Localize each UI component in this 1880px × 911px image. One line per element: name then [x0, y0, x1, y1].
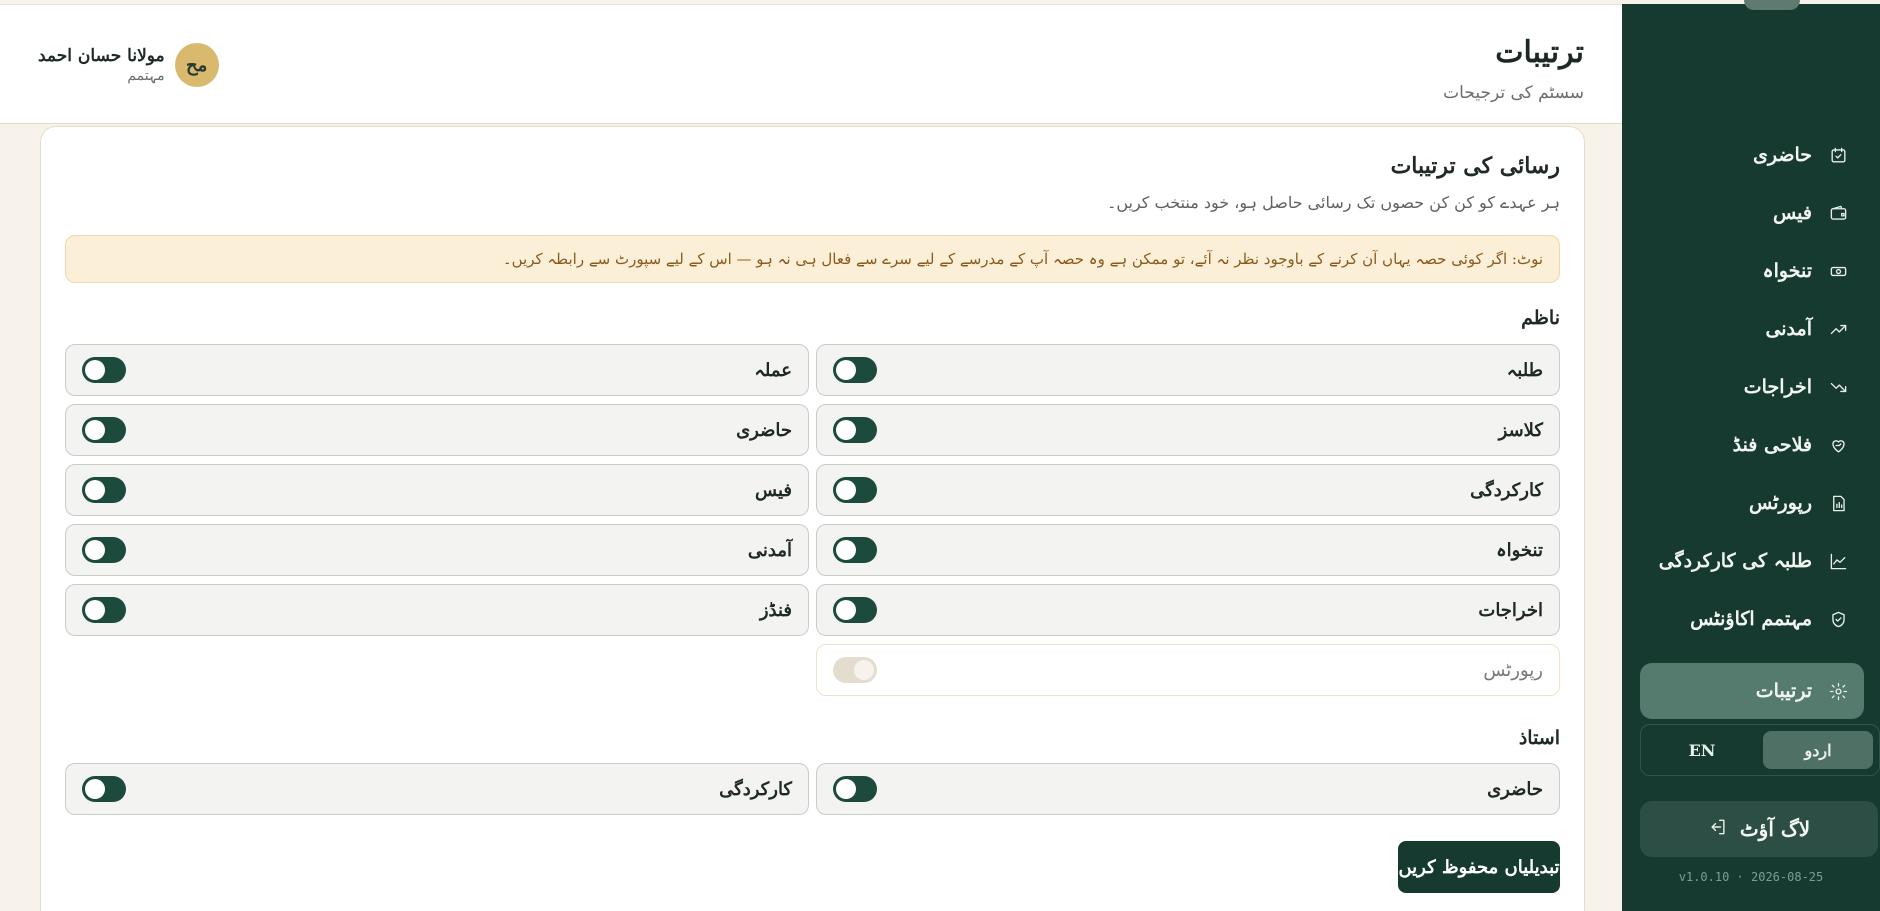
sidebar-item-welfare-fund[interactable]: فلاحی فنڈ	[1640, 424, 1864, 466]
logout-button[interactable]: لاگ آؤٹ	[1640, 801, 1878, 857]
lang-english-button[interactable]: EN	[1647, 731, 1757, 769]
sidebar: حاضری فیس تنخواہ آمدنی اخراجات فلاحی فنڈ…	[1622, 0, 1880, 911]
access-settings-card: رسائی کی ترتیبات ہر عہدے کو کن کن حصوں ت…	[40, 126, 1585, 911]
info-note: نوٹ: اگر کوئی حصہ یہاں آن کرنے کے باوجود…	[65, 235, 1560, 283]
heart-hand-icon	[1828, 435, 1848, 455]
toggle-switch[interactable]	[833, 597, 877, 623]
app-version: v1.0.10 · 2026-08-25	[1678, 870, 1824, 884]
line-chart-icon	[1828, 551, 1848, 571]
save-changes-button[interactable]: تبدیلیاں محفوظ کریں	[1398, 841, 1560, 893]
perm-row[interactable]: اخراجات	[816, 584, 1560, 636]
sidebar-item-student-performance[interactable]: طلبہ کی کارکردگی	[1640, 540, 1864, 582]
page-subtitle: سسٹم کی ترجیحات	[1443, 83, 1584, 103]
toggle-switch[interactable]	[82, 417, 126, 443]
toggle-switch[interactable]	[833, 477, 877, 503]
sidebar-item-label: حاضری	[1752, 144, 1812, 166]
perm-label: کلاسز	[1498, 419, 1543, 441]
logout-label: لاگ آؤٹ	[1739, 817, 1811, 841]
toggle-switch[interactable]	[82, 477, 126, 503]
sidebar-item-fees[interactable]: فیس	[1640, 192, 1864, 234]
sidebar-item-label: آمدنی	[1765, 318, 1812, 340]
top-header: ترتیبات سسٹم کی ترجیحات مح مولانا حسان ا…	[0, 4, 1622, 124]
toggle-switch[interactable]	[833, 357, 877, 383]
banknote-icon	[1828, 261, 1848, 281]
sidebar-item-label: ترتیبات	[1755, 680, 1812, 702]
perm-label: حاضری	[736, 419, 792, 441]
gear-icon	[1828, 681, 1848, 701]
perm-label: کارکردگی	[1470, 479, 1543, 501]
perm-label: طلبہ	[1506, 359, 1543, 381]
sidebar-item-label: اخراجات	[1743, 376, 1812, 398]
sidebar-item-label: طلبہ کی کارکردگی	[1658, 550, 1812, 572]
perm-row[interactable]: آمدنی	[65, 524, 809, 576]
perm-label: رپورٹس	[1483, 659, 1543, 681]
file-chart-icon	[1828, 493, 1848, 513]
perm-label: آمدنی	[747, 539, 792, 561]
sidebar-item-label: تنخواہ	[1762, 260, 1812, 282]
perm-row[interactable]: کارکردگی	[65, 763, 809, 815]
toggle-switch[interactable]	[82, 537, 126, 563]
card-title: رسائی کی ترتیبات	[1390, 153, 1560, 179]
card-description: ہر عہدے کو کن کن حصوں تک رسائی حاصل ہو، …	[1106, 193, 1560, 212]
perm-label: تنخواہ	[1496, 539, 1543, 561]
perm-label: فنڈز	[759, 599, 792, 621]
trending-up-icon	[1828, 319, 1848, 339]
sidebar-item-settings[interactable]: ترتیبات	[1640, 663, 1864, 719]
toggle-switch-disabled	[833, 657, 877, 683]
user-profile[interactable]: مح مولانا حسان احمد مہتمم	[38, 43, 219, 87]
sidebar-item-reports[interactable]: رپورٹس	[1640, 482, 1864, 524]
perm-label: فیس	[755, 479, 792, 501]
user-name: مولانا حسان احمد	[38, 46, 165, 66]
perm-row[interactable]: حاضری	[816, 763, 1560, 815]
section-label-nazim: ناظم	[1521, 307, 1560, 329]
toggle-switch[interactable]	[82, 776, 126, 802]
sidebar-item-attendance[interactable]: حاضری	[1640, 134, 1864, 176]
sidebar-notch	[1744, 0, 1800, 10]
shield-check-icon	[1828, 609, 1848, 629]
trending-down-icon	[1828, 377, 1848, 397]
language-switcher: EN اردو	[1640, 724, 1880, 776]
toggle-switch[interactable]	[833, 776, 877, 802]
perm-row-disabled: رپورٹس	[816, 644, 1560, 696]
toggle-switch[interactable]	[82, 357, 126, 383]
perm-label: حاضری	[1487, 778, 1543, 800]
perm-row[interactable]: تنخواہ	[816, 524, 1560, 576]
sidebar-item-expenses[interactable]: اخراجات	[1640, 366, 1864, 408]
perm-label: عملہ	[754, 359, 792, 381]
perm-row[interactable]: طلبہ	[816, 344, 1560, 396]
sidebar-item-label: رپورٹس	[1749, 492, 1812, 514]
sidebar-item-label: فیس	[1772, 202, 1812, 224]
sidebar-item-label: مہتمم اکاؤنٹس	[1690, 608, 1812, 630]
sidebar-item-salary[interactable]: تنخواہ	[1640, 250, 1864, 292]
sidebar-item-income[interactable]: آمدنی	[1640, 308, 1864, 350]
perm-row[interactable]: کارکردگی	[816, 464, 1560, 516]
toggle-switch[interactable]	[82, 597, 126, 623]
perm-row[interactable]: فنڈز	[65, 584, 809, 636]
perm-row[interactable]: کلاسز	[816, 404, 1560, 456]
page-title: ترتیبات	[1495, 35, 1584, 70]
calendar-check-icon	[1828, 145, 1848, 165]
perm-row[interactable]: فیس	[65, 464, 809, 516]
perm-label: کارکردگی	[719, 778, 792, 800]
sidebar-item-admin-accounts[interactable]: مہتمم اکاؤنٹس	[1640, 598, 1864, 640]
avatar[interactable]: مح	[174, 43, 219, 87]
section-label-ustaz: استاذ	[1518, 727, 1560, 749]
lang-urdu-button[interactable]: اردو	[1763, 731, 1873, 769]
toggle-switch[interactable]	[833, 417, 877, 443]
logout-icon	[1708, 817, 1728, 841]
user-role: مہتمم	[127, 68, 165, 84]
perm-label: اخراجات	[1478, 599, 1543, 621]
user-meta: مولانا حسان احمد مہتمم	[38, 46, 165, 84]
toggle-switch[interactable]	[833, 537, 877, 563]
wallet-icon	[1828, 203, 1848, 223]
sidebar-item-label: فلاحی فنڈ	[1732, 434, 1812, 456]
perm-row[interactable]: عملہ	[65, 344, 809, 396]
perm-row[interactable]: حاضری	[65, 404, 809, 456]
